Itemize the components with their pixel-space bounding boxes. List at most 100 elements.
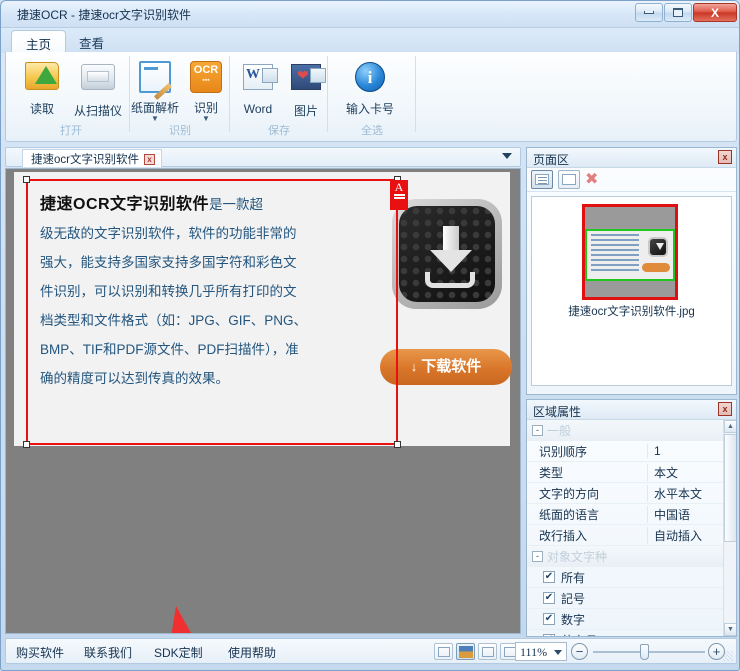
prop-checkbox-row-digits[interactable]: ✔ 数字 [527, 609, 736, 630]
view-mode-page-button[interactable] [434, 643, 453, 660]
close-icon[interactable]: x [718, 402, 732, 416]
prop-label: 所有 [561, 569, 681, 586]
close-icon[interactable]: x [144, 154, 155, 165]
ribbon-group-save: W Word ❤ 图片 保存 [230, 52, 328, 140]
ribbon-button-page-analyze[interactable]: 纸面解析 ▼ [127, 58, 183, 122]
region-type-badge: A [390, 180, 408, 210]
status-link-contact[interactable]: 联系我们 [84, 644, 132, 661]
status-link-help[interactable]: 使用帮助 [228, 644, 276, 661]
tab-view[interactable]: 查看 [65, 30, 118, 53]
ribbon: 读取 从扫描仪 打开 纸面解析 ▼ OCR▪▪▪ 识别 ▼ 识别 [5, 52, 737, 142]
pages-panel-title: 页面区 [533, 151, 569, 168]
download-arrow-icon: ↓ [411, 359, 418, 374]
prop-row-language[interactable]: 纸面的语言 中国语 [527, 504, 736, 525]
download-software-label: 下载软件 [421, 358, 481, 375]
checkbox[interactable]: ✔ [543, 613, 555, 625]
scanner-icon [80, 64, 116, 100]
view-mode-text-button[interactable] [478, 643, 497, 660]
tab-home[interactable]: 主页 [11, 30, 66, 53]
maximize-button[interactable] [664, 3, 692, 22]
title-bar: 捷速OCR - 捷速ocr文字识别软件 X [1, 1, 740, 28]
status-bar: 购买软件 联系我们 SDK定制 使用帮助 111% − + [5, 638, 737, 664]
prop-checkbox-row-all[interactable]: ✔ 所有 [527, 567, 736, 588]
collapse-icon[interactable]: - [532, 551, 543, 562]
region-badge-letter: A [395, 180, 404, 194]
minimize-button[interactable] [635, 3, 663, 22]
ribbon-button-enter-card-number[interactable]: i 输入卡号 [342, 58, 398, 117]
resize-handle-bottom-right[interactable] [394, 441, 401, 448]
document-canvas[interactable]: 捷速OCR文字识别软件是一款超 级无敌的文字识别软件，软件的功能非常的 强大，能… [5, 168, 521, 634]
scroll-up-arrow-icon[interactable]: ▲ [724, 420, 736, 433]
prop-checkbox-row-symbols[interactable]: ✔ 記号 [527, 588, 736, 609]
ribbon-group-select-all: i 输入卡号 全选 [328, 52, 416, 140]
thumbnail-view-button[interactable] [558, 170, 580, 189]
scrollbar-thumb[interactable] [724, 434, 736, 542]
zoom-level-select[interactable]: 111% [515, 642, 567, 661]
prop-row-line-break[interactable]: 改行插入 自动插入 [527, 525, 736, 546]
prop-group-charsets[interactable]: - 对象文字种 [527, 546, 736, 567]
ocr-selection-rectangle[interactable] [26, 179, 398, 445]
view-mode-image-button[interactable] [456, 643, 475, 660]
window-title: 捷速OCR - 捷速ocr文字识别软件 [17, 6, 191, 23]
pages-list[interactable]: 捷速ocr文字识别软件.jpg [531, 196, 732, 386]
folder-open-icon [24, 62, 60, 98]
chevron-down-icon[interactable] [554, 650, 562, 655]
prop-group-charsets-label: 对象文字种 [547, 548, 667, 565]
resize-handle-bottom-left[interactable] [23, 441, 30, 448]
download-software-button[interactable]: ↓下载软件 [380, 349, 512, 385]
document-tab[interactable]: 捷速ocr文字识别软件 x [22, 149, 162, 167]
delete-page-button[interactable]: ✖ [585, 172, 598, 188]
page-analyze-icon [137, 61, 173, 97]
ribbon-button-image-label: 图片 [278, 102, 334, 119]
zoom-slider-thumb[interactable] [640, 644, 649, 660]
resize-grip-icon[interactable] [723, 651, 733, 661]
document-tab-label: 捷速ocr文字识别软件 [31, 151, 139, 167]
ribbon-button-recognize[interactable]: OCR▪▪▪ 识别 ▼ [178, 58, 234, 122]
status-link-buy[interactable]: 购买软件 [16, 644, 64, 661]
checkbox[interactable]: ✔ [543, 634, 555, 636]
ribbon-group-recognize-label: 识别 [130, 122, 230, 138]
collapse-icon[interactable]: - [532, 425, 543, 436]
ocr-icon: OCR▪▪▪ [188, 61, 224, 97]
prop-row-type[interactable]: 类型 本文 [527, 462, 736, 483]
checkbox[interactable]: ✔ [543, 571, 555, 583]
ribbon-button-image[interactable]: ❤ 图片 [278, 58, 334, 119]
image-export-icon: ❤ [288, 64, 324, 100]
resize-handle-top-left[interactable] [23, 176, 30, 183]
download-app-icon [392, 199, 502, 309]
ribbon-group-select-all-label: 全选 [328, 122, 416, 138]
close-icon[interactable]: x [718, 150, 732, 164]
maximize-icon [673, 8, 683, 17]
list-view-button[interactable] [531, 170, 553, 189]
ribbon-group-open-label: 打开 [12, 122, 130, 138]
zoom-slider-track[interactable] [593, 651, 705, 653]
region-properties-panel: 区域属性 x - 一般 识别顺序 1 类型 本文 文字的方向 水平本文 纸面的语… [526, 399, 737, 637]
scroll-down-arrow-icon[interactable]: ▼ [724, 623, 736, 636]
ribbon-button-from-scanner-label: 从扫描仪 [70, 102, 126, 119]
prop-label: 文字的方向 [527, 485, 647, 502]
zoom-out-button[interactable]: − [571, 643, 588, 660]
pages-panel-toolbar: ✖ [527, 168, 736, 192]
prop-label: 改行插入 [527, 527, 647, 544]
prop-label: 类型 [527, 464, 647, 481]
chevron-down-icon[interactable] [502, 153, 512, 159]
prop-label: 数字 [561, 611, 681, 628]
prop-group-general-label: 一般 [547, 422, 667, 439]
ribbon-button-read[interactable]: 读取 [14, 58, 70, 117]
ribbon-button-from-scanner[interactable]: 从扫描仪 [70, 58, 126, 119]
props-scrollbar[interactable]: ▲ ▼ [723, 420, 736, 636]
prop-checkbox-row-letters[interactable]: ✔ 英字母 [527, 630, 736, 636]
close-button[interactable]: X [693, 3, 737, 22]
ribbon-button-enter-card-number-label: 输入卡号 [342, 100, 398, 117]
props-grid: - 一般 识别顺序 1 类型 本文 文字的方向 水平本文 纸面的语言 中国语 改… [527, 420, 736, 636]
prop-row-text-direction[interactable]: 文字的方向 水平本文 [527, 483, 736, 504]
prop-row-order[interactable]: 识别顺序 1 [527, 441, 736, 462]
ribbon-button-read-label: 读取 [14, 100, 70, 117]
minimize-icon [644, 11, 654, 14]
prop-label: 识别顺序 [527, 443, 647, 460]
document-tabbar: 捷速ocr文字识别软件 x [5, 147, 521, 167]
page-thumbnail[interactable] [582, 204, 678, 300]
status-link-sdk[interactable]: SDK定制 [154, 644, 203, 661]
prop-group-general[interactable]: - 一般 [527, 420, 736, 441]
checkbox[interactable]: ✔ [543, 592, 555, 604]
